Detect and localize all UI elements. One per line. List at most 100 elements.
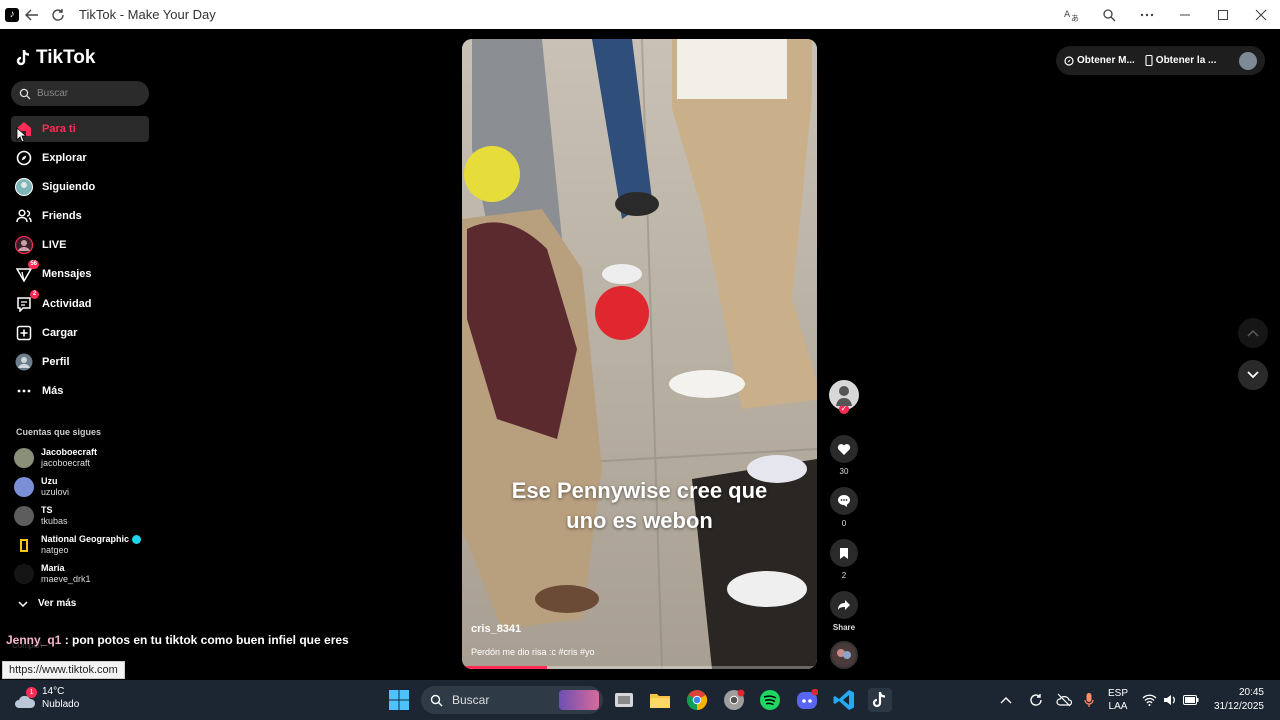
get-app-button-2[interactable]: Obtener la ... — [1145, 55, 1217, 66]
spotify-button[interactable] — [758, 688, 782, 712]
get-app-label-2: Obtener la ... — [1155, 55, 1217, 66]
comment-button[interactable]: 0 — [826, 487, 862, 528]
comment-count: 0 — [841, 519, 847, 528]
start-button[interactable] — [387, 688, 411, 712]
weather-widget[interactable]: 1 14°C Nublado — [14, 685, 79, 711]
nav-label: Más — [42, 385, 64, 397]
cloud-icon: 1 — [14, 687, 37, 708]
account-handle: uzulovi — [41, 487, 70, 497]
send-icon: 56 — [15, 260, 39, 283]
chrome-profile-button[interactable] — [722, 688, 746, 712]
following-account[interactable]: Uzu uzulovi — [14, 474, 154, 500]
account-name: TS — [41, 505, 53, 515]
video-player[interactable]: Ese Pennywise cree que uno es webon cris… — [462, 39, 817, 669]
bookmark-icon — [830, 539, 858, 567]
nav-item-explorar[interactable]: Explorar — [11, 145, 149, 171]
previous-video-button[interactable] — [1238, 318, 1268, 348]
following-account[interactable]: Jacoboecraft jacoboecraft — [14, 445, 154, 471]
svg-text:A: A — [1064, 10, 1071, 20]
phone-icon — [1145, 55, 1153, 66]
wifi-icon[interactable] — [1142, 694, 1157, 706]
more-icon — [15, 382, 33, 400]
spotify-icon — [760, 690, 780, 710]
nav-label: Cargar — [42, 327, 78, 339]
weather-condition: Nublado — [42, 699, 80, 710]
user-avatar[interactable] — [1239, 51, 1257, 70]
account-handle: jacoboecraft — [41, 458, 91, 468]
chevron-up-icon[interactable] — [1000, 696, 1012, 704]
save-button[interactable]: 2 — [826, 539, 862, 580]
nav-item-siguiendo[interactable]: Siguiendo — [11, 174, 149, 200]
activity-icon: 2 — [15, 290, 39, 313]
nav-item-mensajes[interactable]: 56 Mensajes — [11, 260, 149, 287]
get-app-button-1[interactable]: Obtener M... — [1064, 55, 1135, 66]
compass-icon — [1064, 55, 1074, 66]
back-arrow-icon — [25, 9, 38, 20]
taskbar-search-label: Buscar — [452, 693, 490, 707]
taskbar-search[interactable]: Buscar — [421, 686, 603, 714]
natgeo-logo-icon — [20, 538, 28, 552]
chrome-button[interactable] — [685, 688, 709, 712]
maximize-icon — [1218, 9, 1228, 20]
file-explorer-button[interactable] — [648, 688, 672, 712]
sync-icon[interactable] — [1028, 692, 1044, 708]
chevron-down-icon — [1247, 371, 1259, 379]
clock[interactable]: 20:45 31/12/2025 — [1214, 686, 1264, 714]
nav-label: Para ti — [42, 123, 76, 135]
discord-icon — [797, 689, 818, 709]
get-app-label-1: Obtener M... — [1077, 55, 1135, 66]
language-code: ESP — [1108, 688, 1129, 699]
find-button[interactable] — [1090, 2, 1128, 28]
author-avatar-button[interactable]: ✓ — [826, 380, 862, 414]
close-button[interactable] — [1242, 2, 1280, 28]
video-author[interactable]: cris_8341 — [471, 623, 521, 635]
avatar — [14, 448, 34, 468]
nav-item-live[interactable]: LIVE — [11, 232, 149, 258]
translate-button[interactable]: Aあ — [1052, 2, 1090, 28]
task-view-button[interactable] — [612, 688, 636, 712]
nav-item-friends[interactable]: Friends — [11, 203, 149, 229]
nav-item-perfil[interactable]: Perfil — [11, 349, 149, 375]
nav-item-actividad[interactable]: 2 Actividad — [11, 290, 149, 317]
nav-label: Explorar — [42, 152, 87, 164]
like-button[interactable]: 30 — [826, 435, 862, 476]
following-account[interactable]: TS tkubas — [14, 503, 154, 529]
see-more-button[interactable]: Ver más — [18, 598, 76, 609]
next-video-button[interactable] — [1238, 360, 1268, 390]
search-input[interactable] — [37, 88, 137, 99]
maximize-button[interactable] — [1204, 2, 1242, 28]
vscode-button[interactable] — [832, 688, 856, 712]
sound-disc-button[interactable] — [826, 641, 862, 669]
nav-label: LIVE — [42, 239, 67, 251]
tiktok-taskbar-button[interactable] — [868, 688, 892, 712]
discord-button[interactable] — [795, 688, 819, 712]
chevron-up-icon — [1247, 329, 1259, 337]
nav-item-mas[interactable]: Más — [11, 378, 149, 404]
temperature: 14°C — [42, 686, 65, 697]
video-progress-fill — [462, 666, 548, 669]
search-box[interactable] — [11, 81, 149, 106]
more-options-button[interactable] — [1128, 2, 1166, 28]
comment-overlay: Jenny_q1 : pon potos en tu tiktok como b… — [6, 633, 349, 647]
translate-icon: Aあ — [1064, 10, 1079, 23]
svg-text:あ: あ — [1071, 14, 1079, 23]
volume-icon[interactable] — [1163, 694, 1177, 706]
minimize-button[interactable] — [1166, 2, 1204, 28]
keyboard-layout: LAA — [1108, 701, 1128, 712]
reload-button[interactable] — [45, 2, 71, 28]
following-account[interactable]: National Geographic natgeo — [14, 532, 154, 558]
share-button[interactable]: Share — [826, 591, 862, 632]
microphone-icon[interactable] — [1084, 692, 1094, 708]
video-progress-bar[interactable] — [462, 666, 817, 669]
nav-item-para-ti[interactable]: Para ti — [11, 116, 149, 142]
battery-icon[interactable] — [1183, 695, 1199, 705]
comment-user: Jenny_q1 — [6, 633, 62, 647]
tiktok-logo[interactable]: TikTok — [16, 47, 95, 69]
back-button[interactable] — [19, 2, 45, 28]
music-disc-icon — [830, 641, 858, 669]
nav-item-cargar[interactable]: Cargar — [11, 320, 149, 346]
share-label: Share — [832, 623, 856, 632]
language-indicator[interactable]: ESP LAA — [1108, 687, 1128, 713]
following-account[interactable]: María maeve_drk1 — [14, 561, 154, 587]
cloud-off-icon[interactable] — [1056, 693, 1072, 707]
